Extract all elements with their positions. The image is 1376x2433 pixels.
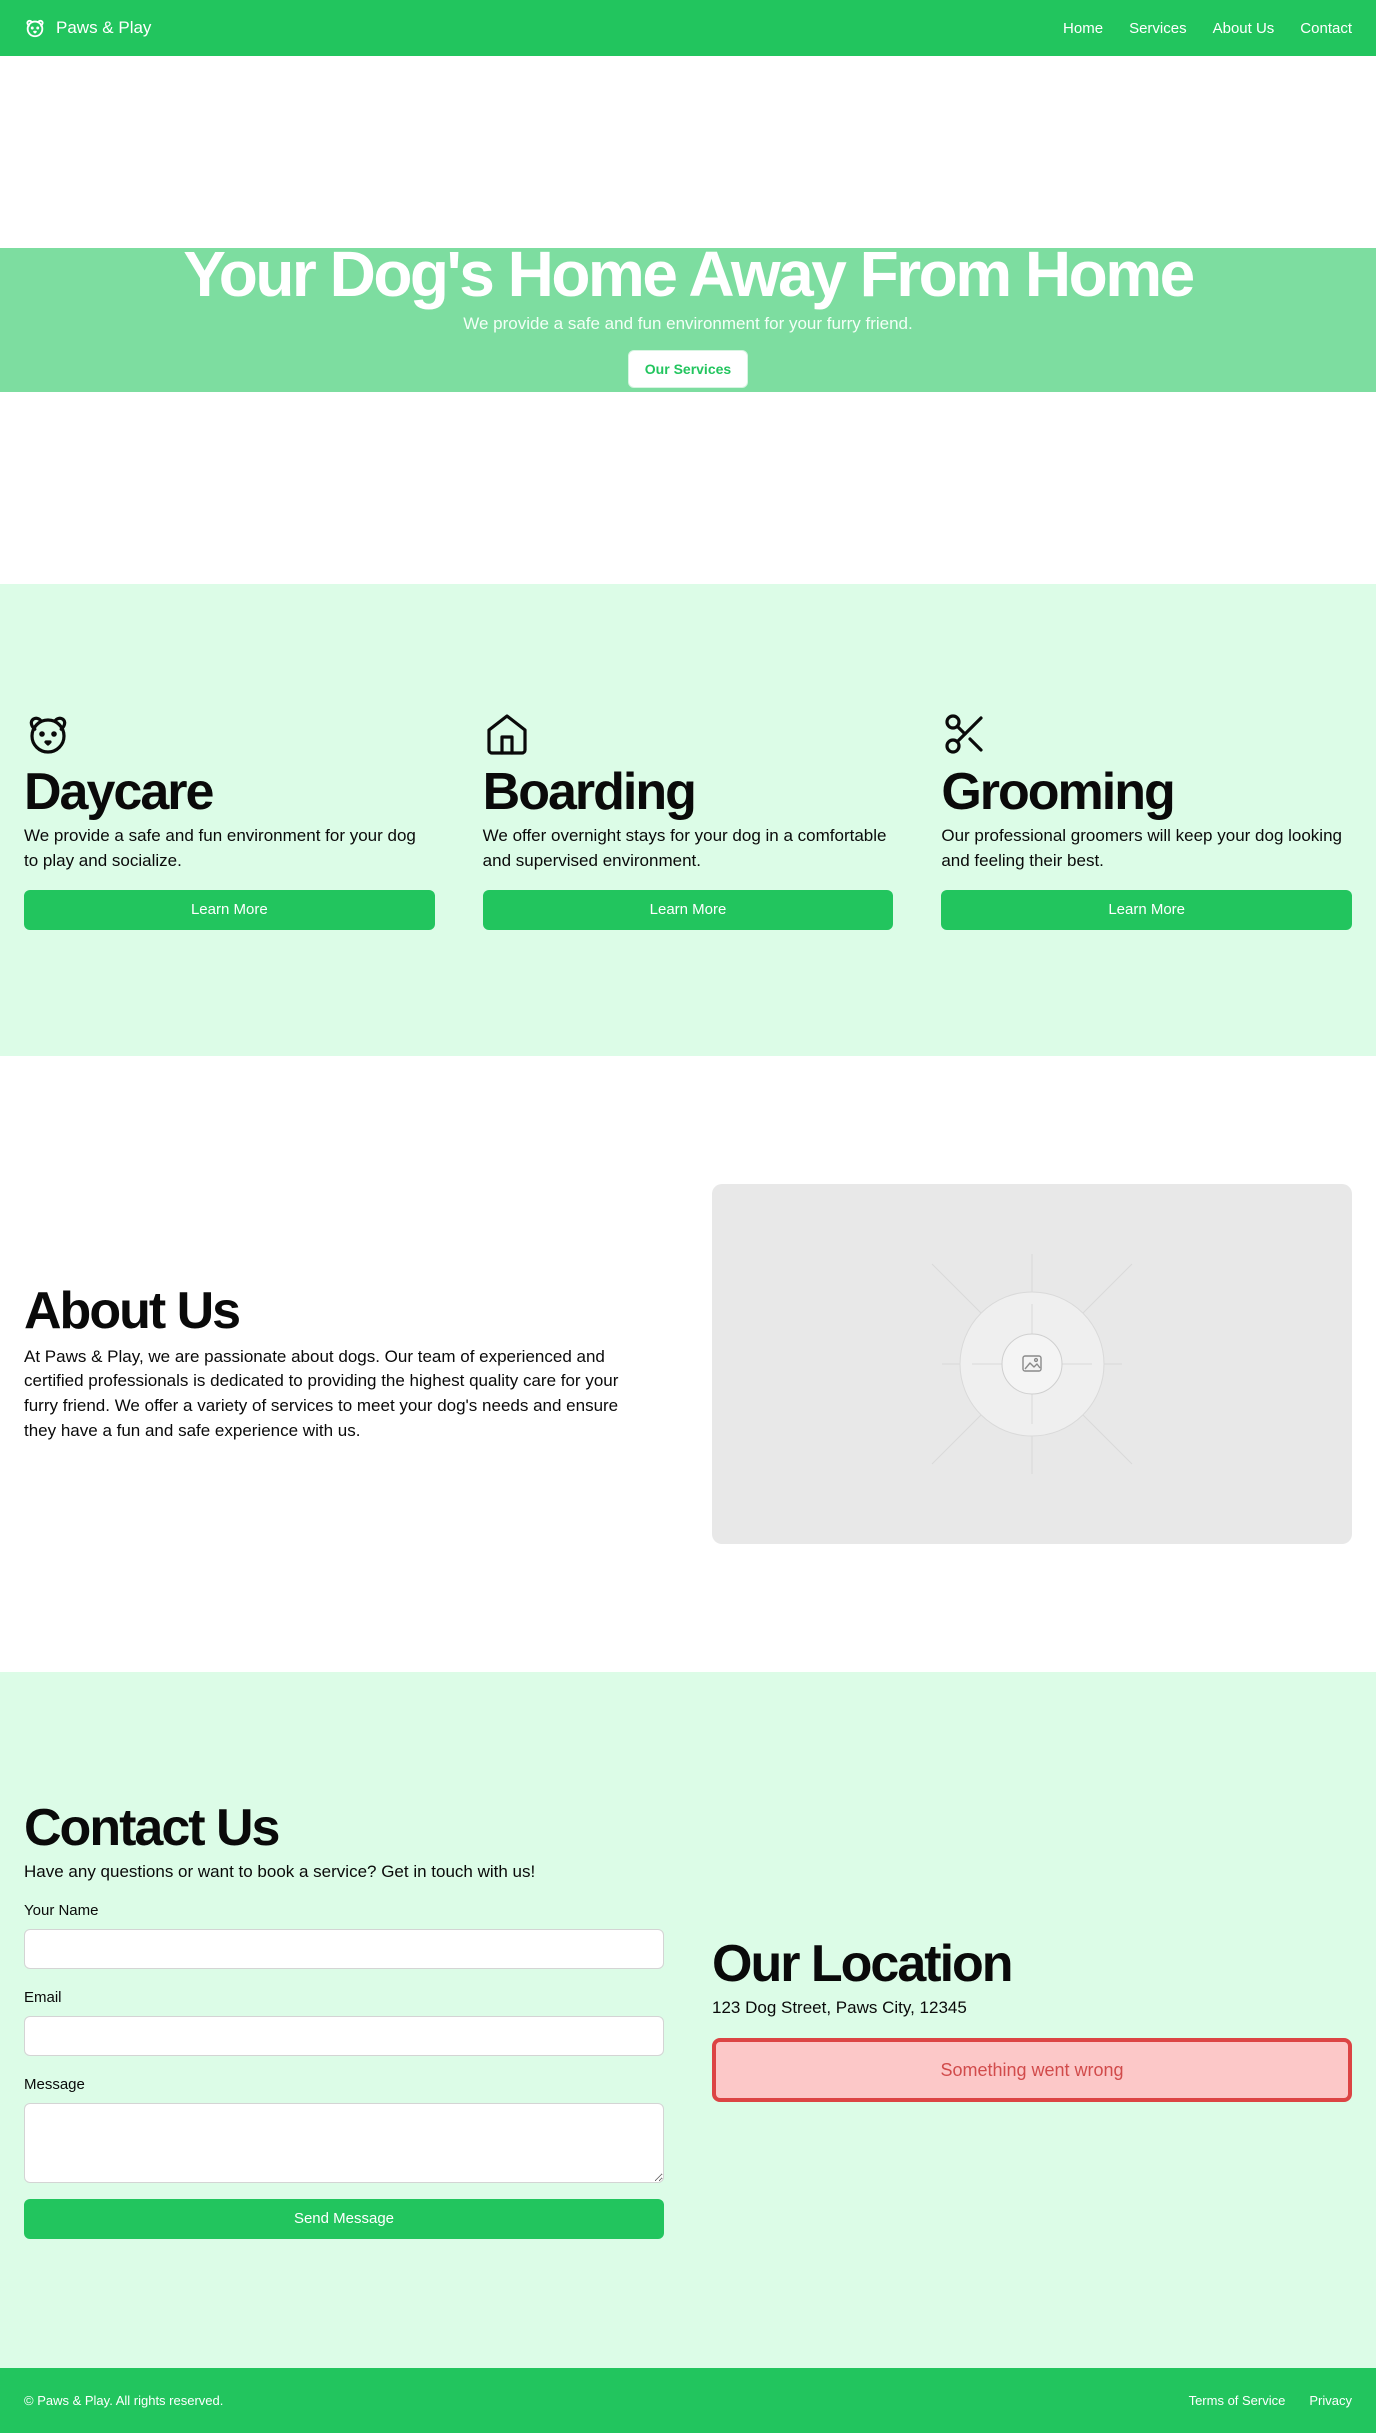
brand-name: Paws & Play <box>56 18 152 37</box>
service-description: We provide a safe and fun environment fo… <box>24 826 416 870</box>
contact-form: Contact Us Have any questions or want to… <box>24 1802 664 2239</box>
site-header: Paws & Play Home Services About Us Conta… <box>0 0 1376 56</box>
footer-links: Terms of Service Privacy <box>1189 2393 1352 2408</box>
contact-section: Contact Us Have any questions or want to… <box>0 1672 1376 2368</box>
service-card-daycare: Daycare We provide a safe and fun enviro… <box>24 710 435 930</box>
learn-more-daycare-button[interactable]: Learn More <box>24 889 435 930</box>
about-section: About Us At Paws & Play, we are passiona… <box>0 1056 1376 1672</box>
services-section: Daycare We provide a safe and fun enviro… <box>0 584 1376 1056</box>
about-text: About Us At Paws & Play, we are passiona… <box>24 1285 640 1444</box>
name-label: Your Name <box>24 1901 99 1919</box>
hero-content: Your Dog's Home Away From Home We provid… <box>0 242 1376 388</box>
nav-contact-link[interactable]: Contact <box>1300 20 1352 37</box>
nav-services-link[interactable]: Services <box>1129 20 1187 37</box>
send-message-button[interactable]: Send Message <box>24 2198 664 2239</box>
location-panel: Our Location 123 Dog Street, Paws City, … <box>712 1938 1352 2102</box>
brand[interactable]: Paws & Play <box>24 17 151 39</box>
service-description: Our professional groomers will keep your… <box>941 826 1342 870</box>
main-nav: Home Services About Us Contact <box>1063 20 1352 37</box>
learn-more-boarding-button[interactable]: Learn More <box>482 889 894 930</box>
hero-subtitle: We provide a safe and fun environment fo… <box>463 314 913 333</box>
name-input[interactable] <box>24 1928 664 1969</box>
about-title: About Us <box>24 1281 241 1340</box>
email-input[interactable] <box>24 2015 664 2056</box>
location-address: 123 Dog Street, Paws City, 12345 <box>712 1998 967 2017</box>
map-error-box: Something went wrong <box>712 2038 1352 2102</box>
hero-section: Your Dog's Home Away From Home We provid… <box>0 56 1376 584</box>
message-textarea[interactable] <box>24 2102 664 2183</box>
service-card-grooming: Grooming Our professional groomers will … <box>941 710 1353 930</box>
about-image <box>712 1184 1352 1544</box>
service-title: Boarding <box>482 763 697 822</box>
copyright-text: © Paws & Play. All rights reserved. <box>24 2393 224 2408</box>
message-label: Message <box>24 2075 85 2093</box>
nav-about-link[interactable]: About Us <box>1213 20 1275 37</box>
terms-link[interactable]: Terms of Service <box>1189 2393 1286 2408</box>
map-error-message: Something went wrong <box>940 2059 1124 2080</box>
contact-intro: Have any questions or want to book a ser… <box>24 1861 536 1881</box>
image-placeholder-icon <box>931 1254 1133 1474</box>
house-icon <box>483 710 894 758</box>
service-card-boarding: Boarding We offer overnight stays for yo… <box>482 710 894 930</box>
our-services-button[interactable]: Our Services <box>627 350 749 388</box>
contact-title: Contact Us <box>24 1798 280 1857</box>
nav-home-link[interactable]: Home <box>1063 20 1103 37</box>
privacy-link[interactable]: Privacy <box>1309 2393 1352 2408</box>
service-title: Daycare <box>24 763 214 822</box>
scissors-icon <box>941 710 1352 758</box>
service-description: We offer overnight stays for your dog in… <box>482 826 887 870</box>
site-footer: © Paws & Play. All rights reserved. Term… <box>0 2368 1376 2433</box>
location-title: Our Location <box>712 1935 1014 1993</box>
learn-more-grooming-button[interactable]: Learn More <box>941 889 1353 930</box>
email-label: Email <box>24 1988 62 2006</box>
dog-icon <box>24 17 46 39</box>
dog-icon <box>24 710 435 758</box>
hero-title: Your Dog's Home Away From Home <box>183 238 1195 310</box>
service-title: Grooming <box>941 763 1175 822</box>
about-description: At Paws & Play, we are passionate about … <box>24 1346 619 1440</box>
